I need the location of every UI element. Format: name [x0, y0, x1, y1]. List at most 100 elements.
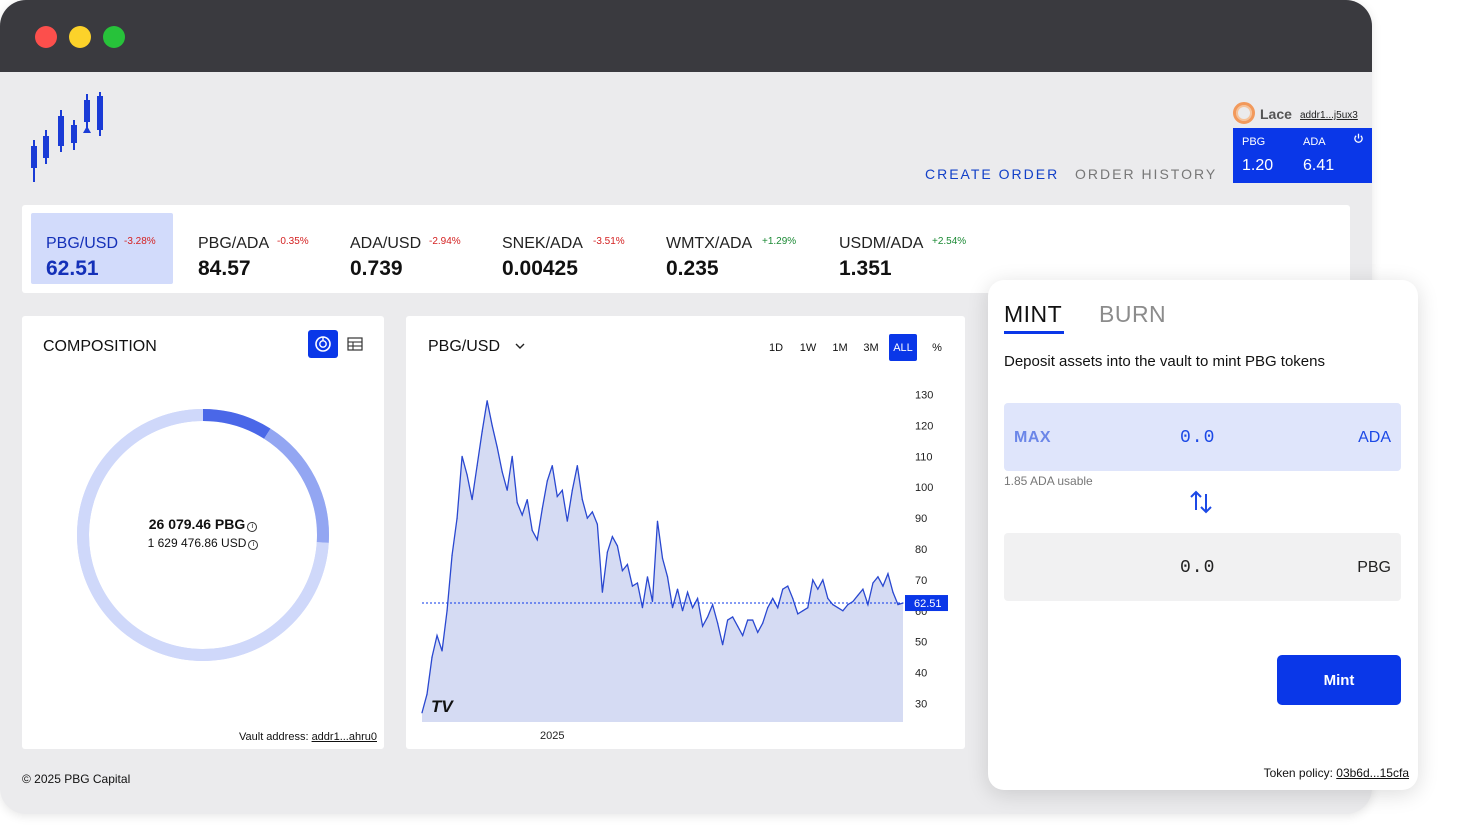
price-data-point	[426, 693, 428, 695]
price-data-point	[421, 712, 423, 714]
ticker-ada-usd[interactable]: ADA/USD -2.94% 0.739	[335, 213, 475, 284]
wallet-name: Lace	[1260, 106, 1292, 122]
price-data-point	[737, 625, 739, 627]
candlestick-logo-icon[interactable]	[28, 92, 108, 184]
lace-wallet-icon	[1233, 102, 1255, 124]
wallet-token2-label: ADA	[1303, 136, 1326, 148]
ticker-pair: ADA/USD	[350, 235, 422, 252]
vault-address-link[interactable]: addr1...ahru0	[312, 731, 377, 743]
wallet-balance-box: PBG 1.20 ADA 6.41	[1233, 128, 1372, 183]
y-tick-label: 110	[915, 451, 933, 463]
price-data-point	[807, 607, 809, 609]
total-usd-value: 1 629 476.86 USD	[147, 536, 247, 550]
mint-burn-panel: MINT BURN Deposit assets into the vault …	[988, 280, 1418, 790]
price-data-point	[651, 600, 654, 603]
last-price-label: 62.51	[914, 598, 942, 610]
info-icon[interactable]: i	[247, 522, 258, 532]
ticker-price: 1.351	[839, 257, 892, 280]
price-data-point	[591, 511, 593, 513]
price-data-point	[681, 610, 684, 612]
ticker-price: 0.00425	[502, 257, 578, 280]
table-icon	[347, 337, 363, 351]
table-view-button[interactable]	[340, 330, 370, 358]
nav-create-order[interactable]: CREATE ORDER	[925, 166, 1059, 182]
price-data-point	[531, 529, 533, 532]
mint-output-unit: PBG	[1357, 559, 1391, 576]
price-chart[interactable]: 1301201101009080706050403062.512025TV	[406, 316, 965, 749]
price-data-point	[646, 576, 649, 578]
price-data-point	[727, 619, 729, 621]
tab-mint[interactable]: MINT	[1004, 301, 1062, 328]
price-data-point	[827, 597, 829, 600]
price-data-point	[832, 604, 834, 606]
power-icon[interactable]	[1353, 133, 1364, 144]
wallet-header[interactable]: Lace addr1...j5ux3	[1233, 102, 1372, 128]
ticker-change: +2.54%	[932, 236, 967, 247]
ticker-snek-ada[interactable]: SNEK/ADA -3.51% 0.00425	[487, 213, 642, 284]
price-data-point	[486, 400, 488, 402]
mint-button[interactable]: Mint	[1277, 655, 1401, 705]
close-window-button[interactable]	[35, 26, 57, 48]
price-data-point	[897, 604, 899, 606]
price-data-point	[752, 619, 754, 621]
price-data-point	[712, 604, 714, 606]
ticker-pbg-ada[interactable]: PBG/ADA -0.35% 84.57	[183, 213, 323, 284]
tab-burn[interactable]: BURN	[1099, 301, 1166, 328]
composition-donut	[77, 409, 329, 661]
price-data-point	[526, 498, 528, 501]
usable-balance: 1.85 ADA usable	[1004, 474, 1093, 488]
price-data-point	[536, 539, 538, 541]
price-data-point	[451, 554, 453, 556]
price-data-point	[701, 625, 704, 627]
nav-order-history[interactable]: ORDER HISTORY	[1075, 166, 1217, 182]
price-data-point	[491, 424, 493, 427]
ticker-pbg-usd[interactable]: PBG/USD -3.28% 62.51	[31, 213, 173, 284]
price-data-point	[772, 597, 774, 600]
price-data-point	[481, 431, 483, 433]
price-chart-card: PBG/USD 1D 1W 1M 3M ALL % 130 120 110 100 90…	[406, 316, 965, 749]
ticker-change: -0.35%	[277, 236, 309, 247]
token-policy-link[interactable]: 03b6d...15cfa	[1336, 766, 1409, 780]
price-data-point	[676, 588, 679, 590]
ticker-change: -3.51%	[593, 236, 625, 247]
price-data-point	[722, 644, 724, 646]
ticker-pair: SNEK/ADA	[502, 235, 583, 252]
price-data-point	[596, 523, 598, 525]
composition-title: COMPOSITION	[43, 338, 157, 355]
ticker-wmtx-ada[interactable]: WMTX/ADA +1.29% 0.235	[651, 213, 811, 284]
panel-description: Deposit assets into the vault to mint PB…	[1004, 353, 1325, 370]
price-data-point	[782, 588, 784, 590]
ticker-usdm-ada[interactable]: USDM/ADA +2.54% 1.351	[824, 213, 984, 284]
deposit-amount-input[interactable]: 0.0	[1180, 428, 1215, 448]
price-data-point	[431, 656, 433, 658]
price-data-point	[666, 576, 669, 578]
maximize-window-button[interactable]	[103, 26, 125, 48]
price-data-point	[762, 622, 764, 624]
wallet-address-link[interactable]: addr1...j5ux3	[1300, 110, 1358, 121]
info-icon[interactable]: i	[248, 540, 259, 550]
ticker-change: -3.28%	[124, 236, 156, 247]
vault-label: Vault address:	[239, 731, 312, 743]
ticker-pair: WMTX/ADA	[666, 235, 753, 252]
composition-total-usd: 1 629 476.86 USD i	[22, 536, 384, 550]
price-data-point	[691, 607, 694, 609]
price-data-point	[506, 489, 508, 491]
price-data-point	[742, 634, 744, 637]
price-data-point	[626, 563, 629, 566]
price-data-point	[606, 551, 608, 553]
max-button[interactable]: MAX	[1014, 429, 1051, 447]
minimize-window-button[interactable]	[69, 26, 91, 48]
swap-arrows-icon[interactable]	[1187, 488, 1215, 516]
price-data-point	[576, 464, 578, 467]
donut-view-button[interactable]	[308, 330, 338, 358]
price-data-point	[446, 610, 448, 612]
tab-active-indicator	[1004, 331, 1064, 334]
deposit-amount-field[interactable]: MAX 0.0 ADA	[1004, 403, 1401, 471]
y-tick-label: 100	[915, 482, 933, 494]
price-data-point	[817, 588, 819, 590]
policy-label: Token policy:	[1263, 766, 1337, 780]
price-data-point	[686, 591, 689, 593]
price-data-point	[556, 495, 558, 498]
price-data-point	[696, 597, 699, 600]
ticker-change: +1.29%	[762, 236, 797, 247]
